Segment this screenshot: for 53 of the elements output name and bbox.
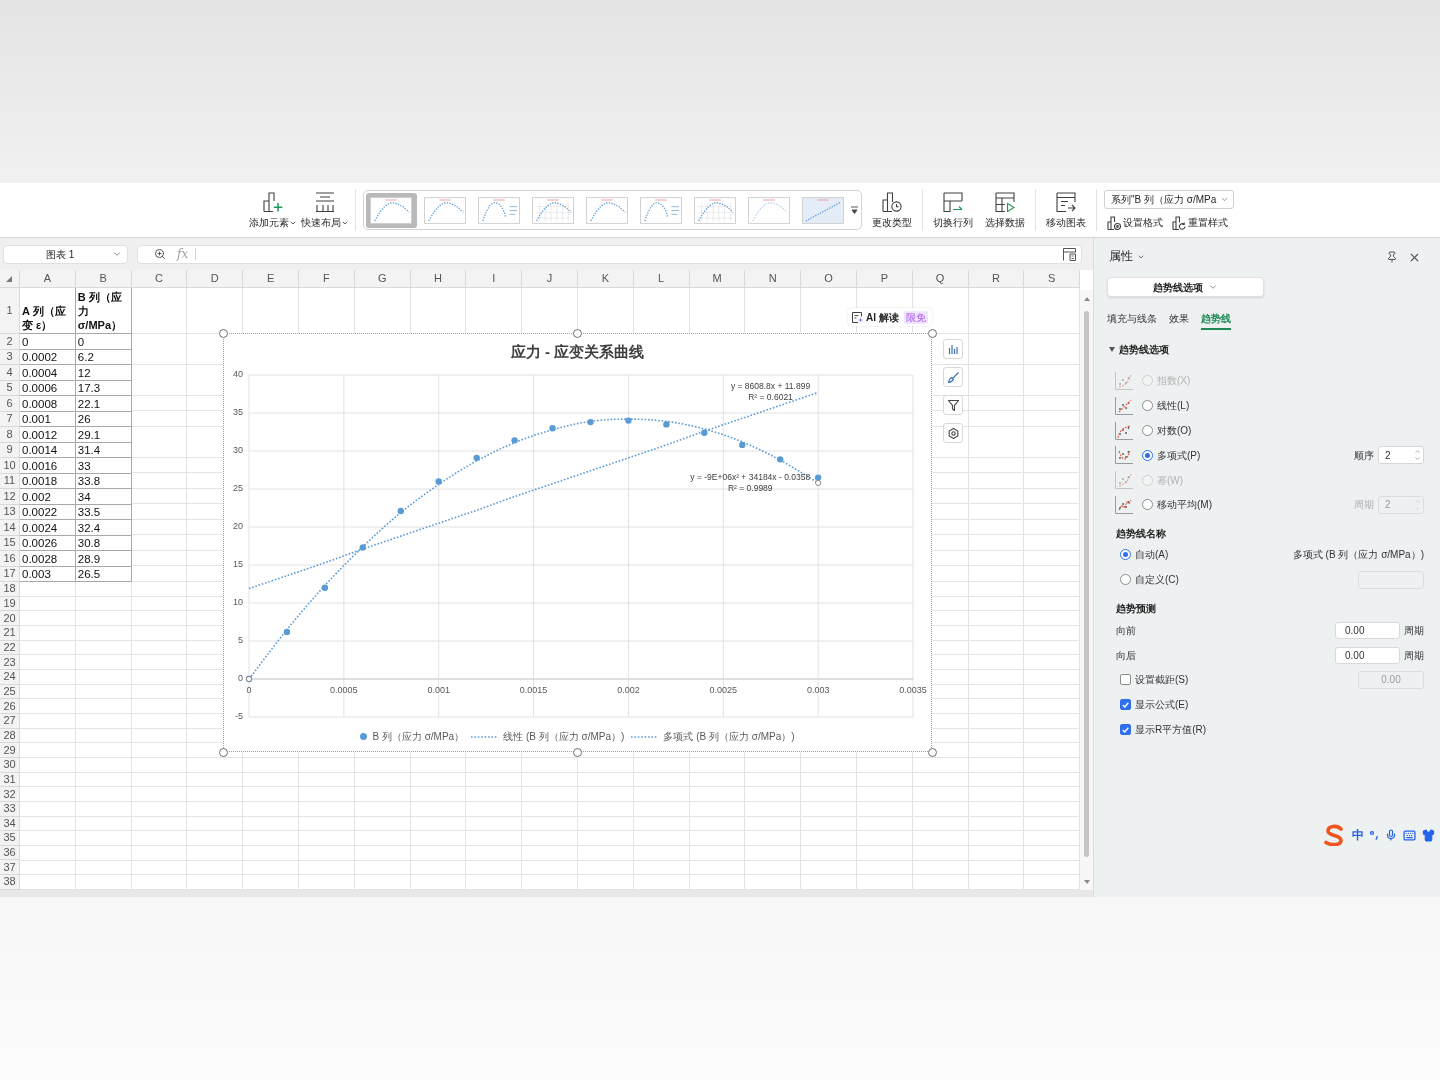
unit-label: 周期 xyxy=(1404,649,1424,664)
trendline-name-value: 多项式 (B 列（应力 σ/MPa）) xyxy=(1292,548,1424,563)
axis-tick-label: 35 xyxy=(233,407,243,418)
table-cell: A 列（应变 ε） xyxy=(20,288,76,334)
axis-tick-label: 5 xyxy=(238,635,243,646)
axis-tick-label: 0.002 xyxy=(617,685,640,696)
section-title: 趋势线名称 xyxy=(1116,527,1166,542)
table-cell: 0.0008 xyxy=(20,396,76,412)
axis-tick-label: 0.001 xyxy=(427,685,450,696)
legend-label: B 列（应力 σ/MPa） xyxy=(372,730,465,743)
table-cell: 29.1 xyxy=(75,427,132,443)
table-cell: 28.9 xyxy=(75,551,132,567)
axis-tick-label: 0 xyxy=(246,685,252,696)
unit-label: 周期 xyxy=(1404,624,1424,639)
table-cell: 0.0024 xyxy=(20,520,76,536)
chart-title: 应力 - 应变关系曲线 xyxy=(510,343,645,361)
axis-tick-label: 40 xyxy=(233,370,243,380)
axis-tick-label: 15 xyxy=(233,559,243,570)
table-cell: 0.0028 xyxy=(20,551,76,567)
table-cell: 0.0012 xyxy=(20,427,76,443)
axis-tick-label: 10 xyxy=(233,597,243,608)
axis-tick-label: 30 xyxy=(233,445,243,456)
table-cell: B 列（应力 σ/MPa） xyxy=(75,288,132,334)
setting-label: 顺序 xyxy=(1354,448,1374,463)
legend-label: 线性 (B 列（应力 σ/MPa）) xyxy=(503,730,625,743)
table-cell: 12 xyxy=(75,365,132,381)
section-title: 趋势预测 xyxy=(1116,602,1156,617)
field-label: 向前 xyxy=(1116,624,1136,639)
axis-tick-label: 0.003 xyxy=(806,685,830,696)
axis-tick-label: -5 xyxy=(235,711,243,722)
axis-tick-label: 0.0015 xyxy=(519,685,548,696)
trendline-equation: R² = 0.9989 xyxy=(727,482,773,494)
table-cell: 0 xyxy=(75,334,132,350)
legend-label: 多项式 (B 列（应力 σ/MPa）) xyxy=(663,730,795,743)
axis-tick-label: 0.0025 xyxy=(709,685,738,696)
table-cell: 0.0004 xyxy=(20,365,76,381)
axis-tick-label: 20 xyxy=(233,521,243,532)
table-cell: 32.4 xyxy=(75,520,132,536)
trendline-equation: y = 8608.8x + 11.899 xyxy=(730,381,811,393)
promo-tag: 限免 xyxy=(903,310,928,324)
table-cell: 33 xyxy=(75,458,132,474)
trendline-equation: R² = 0.6021 xyxy=(748,392,793,404)
axis-tick-label: 0 xyxy=(238,673,243,684)
table-cell: 22.1 xyxy=(75,396,132,412)
trendline-equation: y = -9E+06x² + 34184x - 0.0358 xyxy=(690,471,811,483)
table-cell: 0.0016 xyxy=(20,458,76,474)
field-label: 向后 xyxy=(1116,649,1136,664)
table-cell: 0.002 xyxy=(20,489,76,505)
table-cell: 34 xyxy=(75,489,132,505)
table-cell: 0 xyxy=(20,334,76,350)
axis-tick-label: 0.0035 xyxy=(899,685,927,696)
axis-tick-label: 0.0005 xyxy=(330,685,358,696)
axis-tick-label: 25 xyxy=(233,483,243,494)
